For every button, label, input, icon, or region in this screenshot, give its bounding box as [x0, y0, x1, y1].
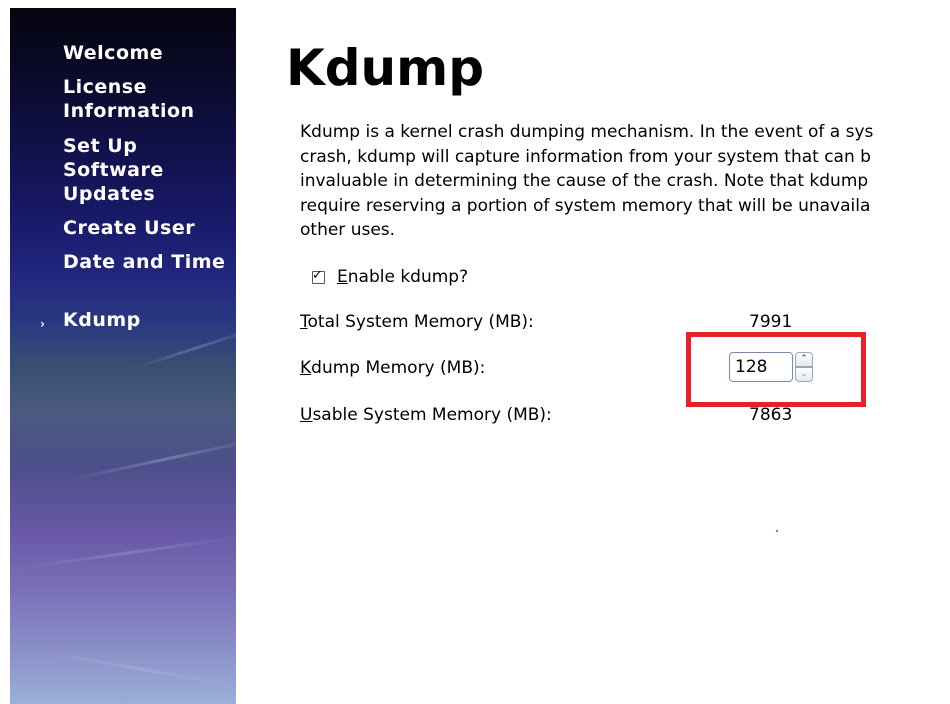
sidebar-item-create-user[interactable]: Create User — [63, 216, 233, 240]
description-line: crash, kdump will capture information fr… — [300, 146, 871, 167]
sidebar-item-date-and-time[interactable]: Date and Time — [63, 250, 233, 274]
highlight-annotation — [686, 332, 866, 407]
sidebar-item-kdump[interactable]: Kdump — [63, 308, 233, 332]
page-description: Kdump is a kernel crash dumping mechanis… — [300, 120, 950, 240]
enable-kdump-label: Enable kdump? — [337, 267, 469, 287]
sidebar-decoration — [69, 436, 236, 481]
description-line: Kdump is a kernel crash dumping mechanis… — [300, 122, 874, 142]
sidebar-decoration — [10, 534, 236, 571]
sidebar-item-welcome[interactable]: Welcome — [63, 41, 233, 65]
active-item-arrow-icon: › — [40, 317, 45, 331]
checkmark-icon: ✓ — [312, 267, 323, 283]
total-memory-value: 7991 — [749, 312, 793, 332]
description-line: invaluable in determining the cause of t… — [300, 171, 869, 191]
description-line: require reserving a portion of system me… — [300, 195, 871, 216]
total-memory-label: Total System Memory (MB): — [300, 312, 534, 332]
sidebar-decoration — [29, 648, 236, 690]
description-line: other uses. — [300, 220, 396, 240]
kdump-memory-label: Kdump Memory (MB): — [300, 358, 486, 378]
enable-kdump-checkbox[interactable]: ✓ — [312, 267, 325, 284]
sidebar-item-license-information[interactable]: License Information — [63, 75, 233, 123]
usable-memory-label: Usable System Memory (MB): — [300, 405, 552, 425]
stray-pixel — [776, 530, 778, 532]
page-title: Kdump — [286, 39, 485, 97]
sidebar: Welcome License Information Set Up Softw… — [10, 8, 236, 704]
enable-kdump-checkbox-row[interactable]: ✓ Enable kdump? — [312, 265, 468, 289]
sidebar-item-software-updates[interactable]: Set Up Software Updates — [63, 134, 233, 206]
